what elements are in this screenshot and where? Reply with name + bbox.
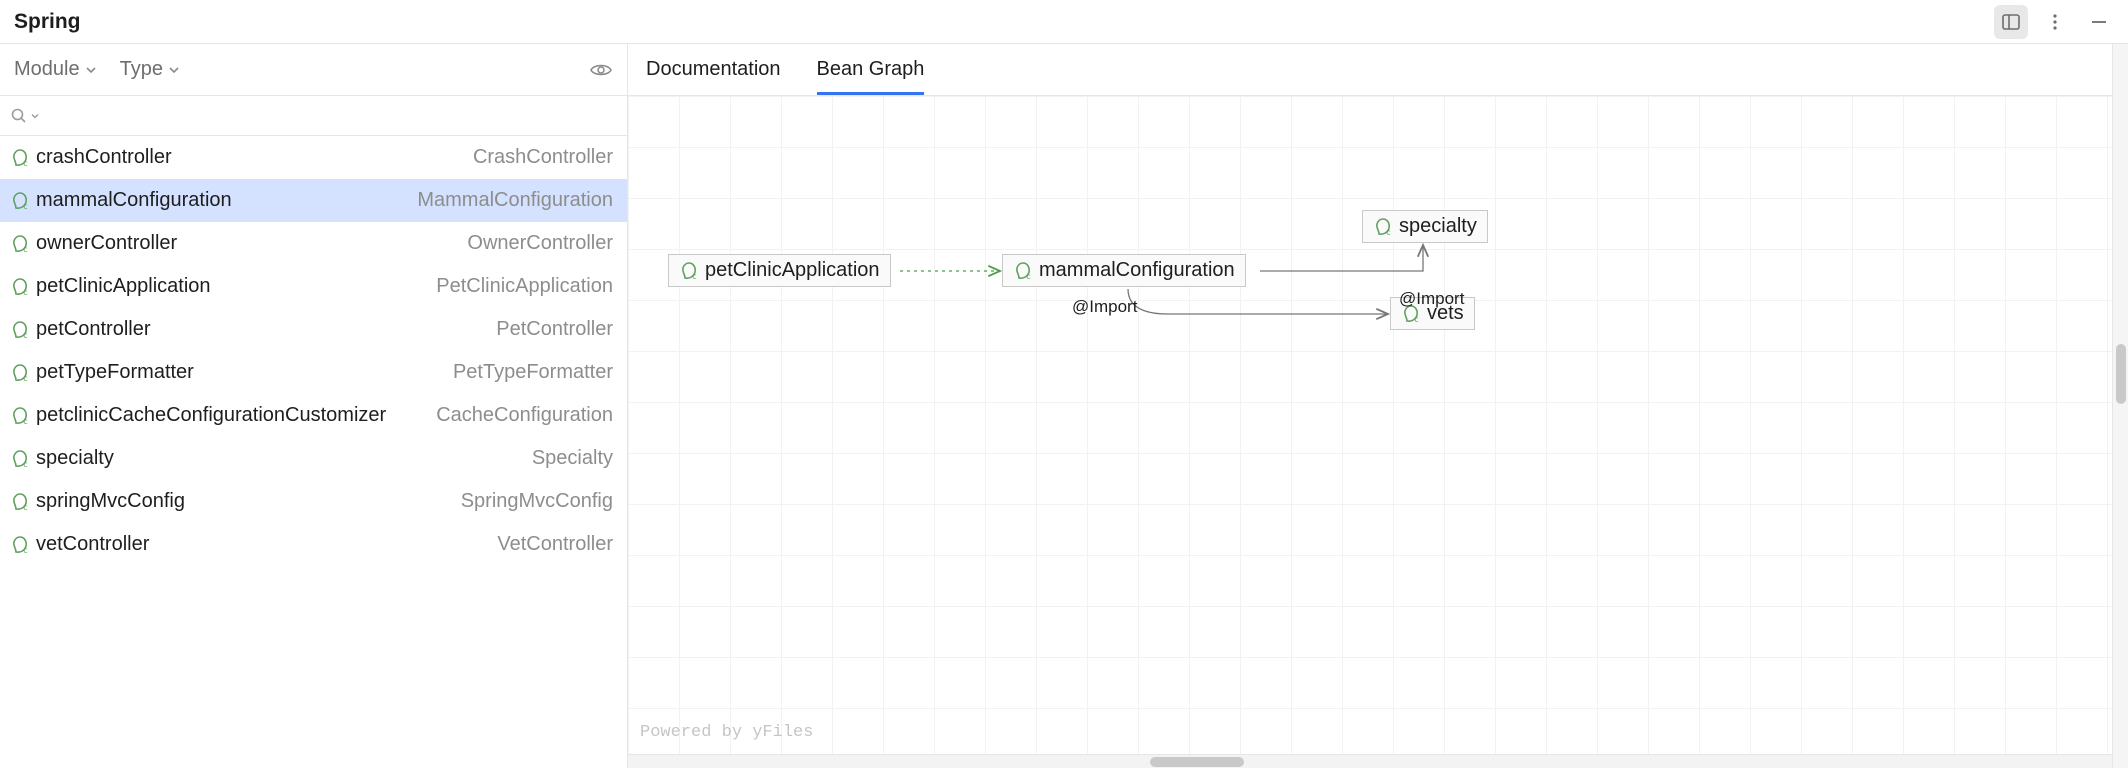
bean-row-petclinicCacheConfigurationCustomizer[interactable]: c petclinicCacheConfigurationCustomizer Ca… [0,394,627,437]
spring-bean-icon: c [1373,217,1393,237]
bean-name: specialty [36,447,114,470]
graph-node-petClinicApplication[interactable]: c petClinicApplication [668,254,891,287]
bean-type: CrashController [473,146,613,169]
svg-text:c: c [23,288,28,297]
svg-text:c: c [23,374,28,383]
bean-type: SpringMvcConfig [461,490,613,513]
tab-bean-graph[interactable]: Bean Graph [817,44,925,95]
bean-name: petClinicApplication [36,275,211,298]
spring-bean-icon: c [10,191,30,211]
bean-name: petclinicCacheConfigurationCustomizer [36,404,386,427]
spring-bean-icon: c [10,406,30,426]
svg-text:c: c [23,159,28,168]
bean-type: PetTypeFormatter [453,361,613,384]
tab-documentation[interactable]: Documentation [646,44,781,95]
svg-text:c: c [1026,272,1031,281]
graph-node-label: mammalConfiguration [1039,259,1235,282]
window-title: Spring [12,10,81,34]
bean-type: PetClinicApplication [436,275,613,298]
bean-type: VetController [497,533,613,556]
bean-name: vetController [36,533,149,556]
bean-type: CacheConfiguration [436,404,613,427]
svg-text:c: c [23,417,28,426]
svg-text:c: c [23,245,28,254]
layout-toggle-button[interactable] [1994,5,2028,39]
bean-name: petController [36,318,151,341]
minimize-button[interactable] [2082,5,2116,39]
vertical-scrollbar[interactable] [2112,44,2128,768]
module-filter-label: Module [14,58,80,81]
graph-attribution: Powered by yFiles [640,723,813,742]
svg-text:c: c [1386,228,1391,237]
bean-list[interactable]: c crashController CrashController c mammalCo… [0,136,627,768]
bean-row-mammalConfiguration[interactable]: c mammalConfiguration MammalConfiguration [0,179,627,222]
bean-list-panel: Module Type c crashController CrashControl… [0,44,628,768]
type-filter[interactable]: Type [120,58,181,81]
chevron-down-icon [84,63,98,77]
spring-bean-icon: c [10,234,30,254]
edge-label: @Import [1072,297,1137,317]
horizontal-scrollbar[interactable] [628,754,2112,768]
search-icon [10,107,28,125]
vertical-scroll-thumb[interactable] [2116,344,2126,404]
tool-window-header: Spring [0,0,2128,44]
spring-bean-icon: c [1013,261,1033,281]
bean-row-petClinicApplication[interactable]: c petClinicApplication PetClinicApplicatio… [0,265,627,308]
spring-bean-icon: c [10,492,30,512]
bean-type: MammalConfiguration [417,189,613,212]
graph-edges [628,96,2128,768]
graph-node-label: petClinicApplication [705,259,880,282]
visibility-toggle[interactable] [589,58,613,82]
spring-bean-icon: c [10,148,30,168]
horizontal-scroll-thumb[interactable] [1150,757,1244,767]
edge-label: @Import [1399,289,1464,309]
svg-text:c: c [1414,315,1419,324]
svg-text:c: c [23,546,28,555]
bean-name: mammalConfiguration [36,189,232,212]
bean-row-petTypeFormatter[interactable]: c petTypeFormatter PetTypeFormatter [0,351,627,394]
spring-bean-icon: c [10,277,30,297]
svg-text:c: c [23,202,28,211]
bean-name: petTypeFormatter [36,361,194,384]
bean-name: ownerController [36,232,177,255]
search-row[interactable] [0,96,627,136]
bean-type: PetController [496,318,613,341]
bean-row-ownerController[interactable]: c ownerController OwnerController [0,222,627,265]
bean-type: Specialty [532,447,613,470]
bean-row-specialty[interactable]: c specialty Specialty [0,437,627,480]
graph-node-specialty[interactable]: c specialty [1362,210,1488,243]
bean-row-petController[interactable]: c petController PetController [0,308,627,351]
bean-graph-canvas[interactable]: Powered by yFiles cpetClinicApplicationc… [628,96,2128,768]
svg-text:c: c [23,503,28,512]
bean-name: crashController [36,146,172,169]
svg-text:c: c [23,460,28,469]
tab-bar: Documentation Bean Graph [628,44,2128,96]
graph-node-label: specialty [1399,215,1477,238]
svg-text:c: c [23,331,28,340]
bean-row-crashController[interactable]: c crashController CrashController [0,136,627,179]
svg-text:c: c [692,272,697,281]
more-options-button[interactable] [2038,5,2072,39]
spring-bean-icon: c [10,535,30,555]
module-filter[interactable]: Module [14,58,98,81]
left-toolbar: Module Type [0,44,627,96]
type-filter-label: Type [120,58,163,81]
chevron-down-icon [30,111,40,121]
bean-name: springMvcConfig [36,490,185,513]
bean-row-vetController[interactable]: c vetController VetController [0,523,627,566]
bean-row-springMvcConfig[interactable]: c springMvcConfig SpringMvcConfig [0,480,627,523]
chevron-down-icon [167,63,181,77]
spring-bean-icon: c [10,363,30,383]
detail-panel: DocumentationBean Graph Powered b [628,44,2128,768]
bean-type: OwnerController [467,232,613,255]
spring-bean-icon: c [10,320,30,340]
spring-bean-icon: c [679,261,699,281]
spring-bean-icon: c [10,449,30,469]
graph-node-mammalConfiguration[interactable]: c mammalConfiguration [1002,254,1246,287]
header-actions [1994,5,2116,39]
